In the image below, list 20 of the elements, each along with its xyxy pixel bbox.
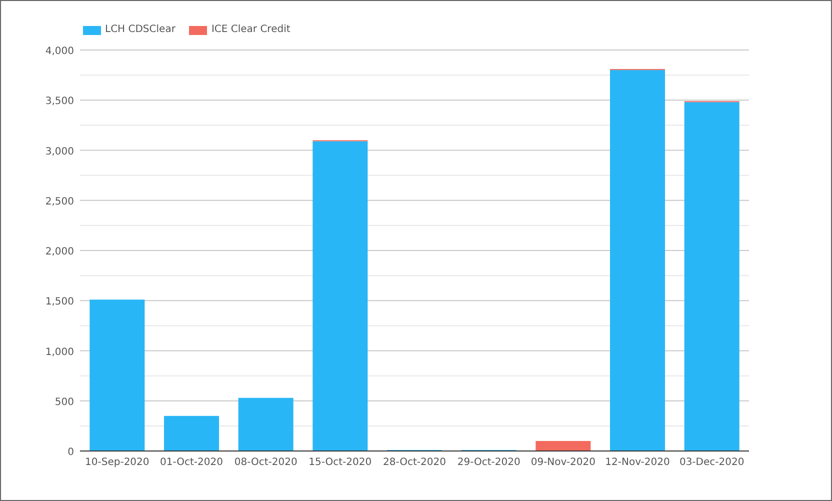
x-tick-label: 28-Oct-2020 [383,457,446,468]
y-tick-label: 0 [68,447,74,458]
y-tick-label: 1,000 [45,346,74,358]
x-tick-label: 15-Oct-2020 [308,457,372,468]
x-tick-label: 08-Oct-2020 [234,457,298,468]
x-tick-label: 03-Dec-2020 [679,457,744,468]
y-tick-label: 3,000 [45,146,74,158]
y-tick-label: 1,500 [45,296,74,308]
x-tick-label: 01-Oct-2020 [160,457,223,468]
legend-label: ICE Clear Credit [211,24,290,36]
x-tick-label: 09-Nov-2020 [530,457,596,468]
legend-label: LCH CDSClear [105,24,176,36]
x-tick-label: 29-Oct-2020 [457,457,520,468]
x-tick-label: 10-Sep-2020 [85,457,150,468]
y-tick-label: 500 [54,396,74,408]
y-tick-label: 2,000 [45,246,74,258]
y-tick-label: 2,500 [45,196,74,208]
y-tick-label: 3,500 [45,96,74,108]
x-tick-label: 12-Nov-2020 [605,457,670,468]
y-tick-label: 4,000 [45,46,74,57]
